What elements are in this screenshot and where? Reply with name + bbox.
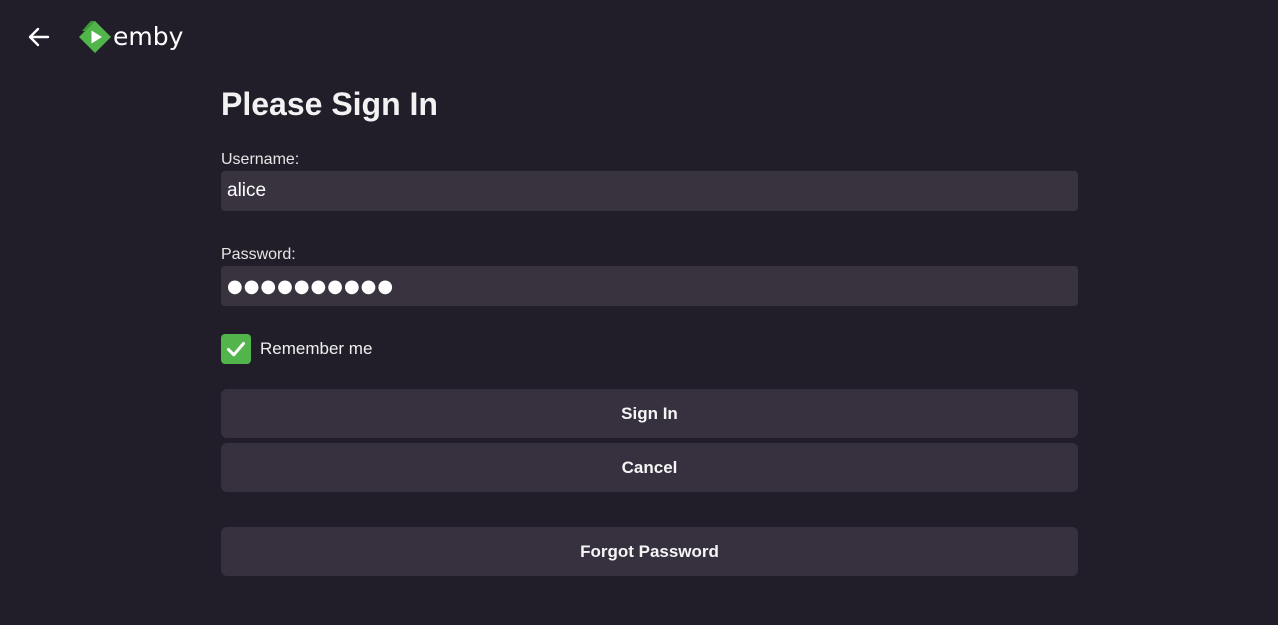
checkmark-icon bbox=[227, 342, 245, 357]
back-button[interactable] bbox=[22, 22, 56, 52]
password-input[interactable]: ●●●●●●●●●● bbox=[221, 266, 1078, 306]
forgot-password-button[interactable]: Forgot Password bbox=[221, 527, 1078, 576]
page-title: Please Sign In bbox=[221, 86, 438, 122]
sign-in-form: Please Sign In Username: alice Password:… bbox=[221, 84, 1078, 576]
password-value: ●●●●●●●●●● bbox=[227, 275, 395, 297]
username-input[interactable]: alice bbox=[221, 171, 1078, 211]
emby-logo-icon bbox=[79, 21, 111, 53]
password-label: Password: bbox=[221, 246, 296, 263]
cancel-button[interactable]: Cancel bbox=[221, 443, 1078, 492]
sign-in-button[interactable]: Sign In bbox=[221, 389, 1078, 438]
remember-me-row: Remember me bbox=[221, 334, 1078, 364]
username-value: alice bbox=[227, 180, 267, 201]
remember-me-label: Remember me bbox=[260, 339, 373, 358]
username-label: Username: bbox=[221, 151, 300, 168]
logo-text: emby bbox=[113, 21, 184, 51]
arrow-left-icon bbox=[28, 27, 50, 47]
remember-me-checkbox[interactable] bbox=[221, 334, 251, 364]
emby-logo[interactable]: emby bbox=[79, 18, 183, 56]
header: emby bbox=[0, 0, 1278, 74]
